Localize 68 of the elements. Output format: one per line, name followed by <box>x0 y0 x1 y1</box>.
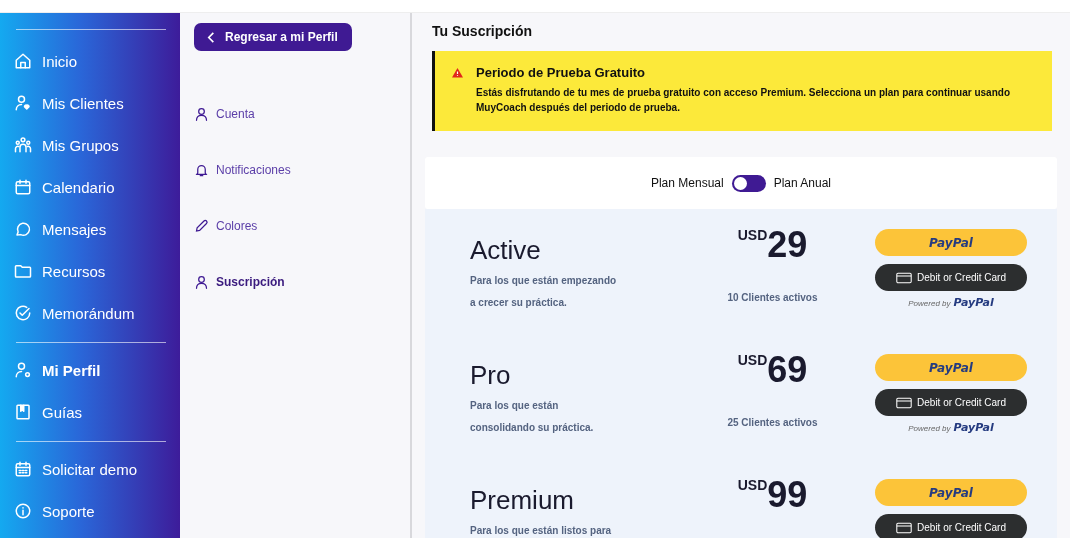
group-icon <box>14 136 32 154</box>
credit-card-icon <box>896 521 913 534</box>
paypal-logo-text: PayPal <box>953 296 994 309</box>
pencil-icon <box>194 218 209 234</box>
plan-price: 29 <box>767 225 808 265</box>
alert-title: Periodo de Prueba Gratuito <box>476 65 647 80</box>
book-icon <box>14 403 32 421</box>
toggle-label: Plan Anual <box>773 176 832 190</box>
plan-price: 99 <box>767 475 808 515</box>
sidebar-item[interactable]: Inicio <box>8 40 78 82</box>
calendar-icon <box>14 178 32 196</box>
check-circle-icon <box>14 304 32 322</box>
plan-name: Premium <box>470 485 575 516</box>
folder-icon <box>14 262 32 280</box>
chevron-left-icon <box>206 31 217 43</box>
back-button[interactable]: Regresar a mi Perfil <box>194 23 352 51</box>
toggle-label: Plan Mensual <box>650 176 724 190</box>
bell-icon <box>194 162 209 178</box>
sidebar-item[interactable]: Mis Grupos <box>8 124 119 166</box>
alert-text: Estás disfrutando de tu mes de prueba gratuito con acceso Premium. Selecciona un plan para continuar usando MuyCoach después del periodo de prueba. <box>476 86 1011 115</box>
settings-menu-item[interactable]: Notificaciones <box>194 162 291 178</box>
plan-description: a crecer su práctica. <box>470 296 568 310</box>
powered-by-text: Powered by <box>908 424 951 433</box>
credit-card-icon <box>896 396 913 409</box>
sidebar-item[interactable]: Solicitar demo <box>8 448 138 490</box>
sidebar-item[interactable]: Recursos <box>8 250 106 292</box>
sidebar-item[interactable]: Guías <box>8 391 83 433</box>
sidebar-item[interactable]: Mi Perfil <box>8 349 101 391</box>
currency-label: USD <box>737 477 768 493</box>
settings-menu-item[interactable]: Colores <box>194 218 258 234</box>
powered-by-text: Powered by <box>908 299 951 308</box>
info-icon <box>14 502 32 520</box>
currency-label: USD <box>737 227 768 243</box>
warning-icon <box>451 67 464 79</box>
home-icon <box>14 52 32 70</box>
card-payment-button[interactable]: Debit or Credit Card <box>875 264 1027 291</box>
chat-icon <box>14 220 32 238</box>
sidebar-item[interactable]: Memorándum <box>8 292 135 334</box>
calendar-grid-icon <box>14 460 32 478</box>
plan-name: Pro <box>470 360 512 391</box>
card-payment-button[interactable]: Debit or Credit Card <box>875 389 1027 416</box>
page-title: Tu Suscripción <box>432 23 534 39</box>
plan-name: Active <box>470 235 542 266</box>
billing-toggle[interactable] <box>731 174 766 192</box>
person-heart-icon <box>14 94 32 112</box>
settings-menu-item[interactable]: Suscripción <box>194 274 285 290</box>
plan-description: consolidando su práctica. <box>470 421 595 435</box>
person-gear-icon <box>14 361 32 379</box>
paypal-logo-text: PayPal <box>953 421 994 434</box>
plan-description: Para los que están <box>470 399 560 413</box>
client-limit: 25 Clientes activos <box>727 417 818 428</box>
paypal-button[interactable]: PayPal <box>875 229 1027 256</box>
plan-price: 69 <box>767 350 808 390</box>
currency-label: USD <box>737 352 768 368</box>
credit-card-icon <box>896 271 913 284</box>
sidebar-item[interactable]: Calendario <box>8 166 115 208</box>
client-limit: 10 Clientes activos <box>727 292 818 303</box>
card-payment-button[interactable]: Debit or Credit Card <box>875 514 1027 538</box>
paypal-button[interactable]: PayPal <box>875 354 1027 381</box>
settings-menu-item[interactable]: Cuenta <box>194 106 255 122</box>
sidebar-item[interactable]: Mensajes <box>8 208 107 250</box>
plan-description: Para los que están listos para <box>470 524 613 538</box>
sidebar-item[interactable]: Soporte <box>8 490 95 532</box>
sidebar-item[interactable]: Mis Clientes <box>8 82 124 124</box>
plan-description: Para los que están empezando <box>470 274 618 288</box>
person-icon <box>194 274 209 290</box>
person-icon <box>194 106 209 122</box>
paypal-button[interactable]: PayPal <box>875 479 1027 506</box>
